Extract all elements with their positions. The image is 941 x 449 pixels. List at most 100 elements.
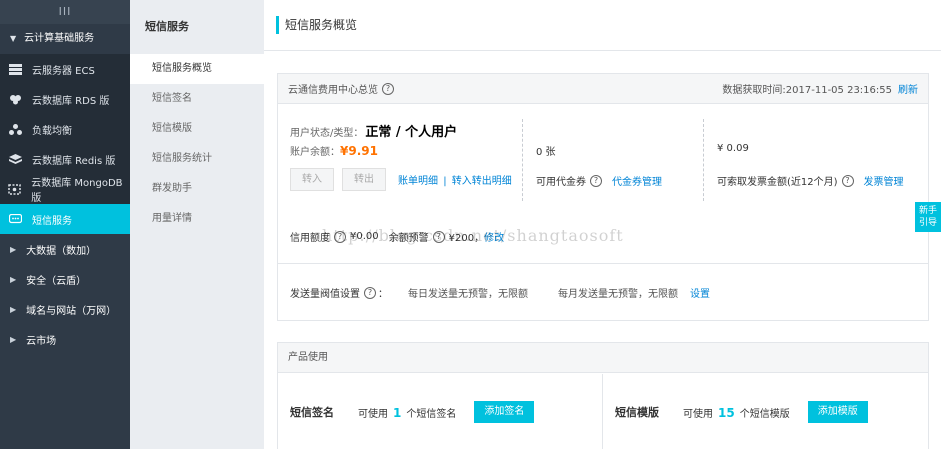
recharge-button[interactable]: 转入	[290, 168, 334, 191]
caret-right-icon: ▶	[10, 274, 17, 284]
account-column: 用户状态/类型： 正常 / 个人用户 账户余额：¥9.91 转入 转出 账单明细…	[278, 105, 522, 215]
sidebar-group-label: 云市场	[26, 335, 57, 347]
sidebar-group-security[interactable]: ▶ 安全（云盾）	[0, 264, 130, 294]
sidebar-toggle[interactable]: III	[0, 0, 130, 24]
signature-title: 短信签名	[290, 406, 334, 419]
sidebar-item-redis[interactable]: 云数据库 Redis 版	[0, 144, 130, 174]
invoice-column: ¥ 0.09 可索取发票金额(近12个月) ? 发票管理	[703, 105, 928, 215]
voucher-label: 可用代金券	[536, 177, 586, 188]
message-icon	[8, 213, 22, 225]
sidebar-group-market[interactable]: ▶ 云市场	[0, 324, 130, 354]
sidebar-item-sms[interactable]: 短信服务	[0, 204, 130, 234]
sidebar-item-rds[interactable]: 云数据库 RDS 版	[0, 84, 130, 114]
voucher-count: 0 张	[536, 147, 556, 158]
invoice-manage-link[interactable]: 发票管理	[864, 173, 904, 188]
sidebar-item-label: 负载均衡	[32, 125, 72, 137]
sidebar-group-label: 云计算基础服务	[24, 33, 95, 44]
subnav-title: 短信服务	[145, 20, 189, 33]
threshold-set-link[interactable]: 设置	[690, 285, 710, 300]
balance-value: ¥9.91	[340, 144, 378, 158]
template-count-text: 可使用 15 个短信模版	[683, 405, 790, 420]
balance-actions: 转入 转出 账单明细 | 转入转出明细	[290, 168, 512, 191]
help-icon[interactable]: ?	[590, 174, 602, 187]
help-icon[interactable]: ?	[841, 174, 854, 187]
withdraw-button[interactable]: 转出	[342, 168, 386, 191]
subnav-item-statistics[interactable]: 短信服务统计	[130, 144, 264, 174]
sidebar-item-ecs[interactable]: 云服务器 ECS	[0, 54, 130, 84]
template-suffix: 个短信模版	[739, 408, 790, 420]
subnav-item-bulk-send[interactable]: 群发助手	[130, 174, 264, 204]
status-label: 用户状态/类型：	[290, 128, 364, 139]
signature-count: 1	[393, 405, 402, 420]
sidebar-item-label: 云数据库 RDS 版	[32, 95, 110, 107]
subnav-item-overview[interactable]: 短信服务概览	[130, 54, 264, 84]
signature-count-text: 可使用 1 个短信签名	[358, 405, 456, 420]
sidebar-group-label: 域名与网站（万网）	[26, 305, 117, 317]
credit-row: 信用额度 ? ¥0.00 余额预警 ? ¥200， 修改	[290, 229, 504, 244]
subnav-item-usage[interactable]: 用量详情	[130, 204, 264, 234]
main-sidebar: III ▼ 云计算基础服务 云服务器 ECS 云数据库 RDS 版 负载均衡 云…	[0, 0, 130, 449]
monthly-threshold: 每月发送量无预警，无限额	[558, 289, 678, 300]
credit-label: 信用额度	[290, 233, 330, 244]
voucher-row: 可用代金券 ? 代金券管理	[536, 173, 662, 188]
overview-title: 云通信费用中心总览	[288, 85, 378, 96]
divider	[264, 50, 941, 51]
page-title: 短信服务概览	[276, 16, 357, 34]
load-balancer-icon	[8, 123, 22, 135]
template-title: 短信模版	[615, 406, 659, 419]
sidebar-item-label: 云数据库 Redis 版	[32, 155, 116, 167]
mongodb-icon	[8, 183, 21, 195]
threshold-label: 发送量阀值设置	[290, 289, 360, 300]
fetch-time: 数据获取时间:2017-11-05 23:16:55	[722, 85, 892, 96]
voucher-column: 0 张 可用代金券 ? 代金券管理	[522, 105, 703, 215]
bill-links: 账单明细 | 转入转出明细	[398, 172, 512, 187]
caret-right-icon: ▶	[10, 334, 17, 344]
overview-columns: 用户状态/类型： 正常 / 个人用户 账户余额：¥9.91 转入 转出 账单明细…	[278, 105, 928, 215]
main-content: 短信服务概览 云通信费用中心总览 ? 数据获取时间:2017-11-05 23:…	[264, 0, 941, 449]
template-usage: 短信模版 可使用 15 个短信模版 添加模版	[603, 374, 928, 449]
sidebar-group-domain[interactable]: ▶ 域名与网站（万网）	[0, 294, 130, 324]
credit-value: ¥0.00	[350, 231, 379, 242]
subnav-item-template[interactable]: 短信模版	[130, 114, 264, 144]
add-signature-button[interactable]: 添加签名	[474, 401, 535, 423]
threshold-row: 发送量阀值设置 ? ： 每日发送量无预警，无限额 每月发送量无预警，无限额 设置	[290, 285, 710, 300]
alert-label: 余额预警	[388, 233, 429, 244]
overview-panel: 云通信费用中心总览 ? 数据获取时间:2017-11-05 23:16:55 刷…	[277, 73, 929, 321]
help-icon[interactable]: ?	[432, 230, 445, 243]
sidebar-item-label: 短信服务	[32, 215, 72, 227]
help-icon[interactable]: ?	[334, 230, 346, 243]
refresh-link[interactable]: 刷新	[898, 81, 918, 96]
help-icon[interactable]: ?	[364, 286, 376, 299]
help-icon[interactable]: ?	[382, 82, 394, 95]
sidebar-item-mongodb[interactable]: 云数据库 MongoDB 版	[0, 174, 130, 204]
invoice-amount: ¥ 0.09	[717, 143, 749, 154]
transfer-detail-link[interactable]: 转入转出明细	[452, 176, 512, 187]
caret-right-icon: ▶	[10, 244, 17, 254]
sidebar-group-bigdata[interactable]: ▶ 大数据（数加）	[0, 234, 130, 264]
newbie-guide-button[interactable]: 新手 引导	[915, 202, 941, 232]
signature-usage: 短信签名 可使用 1 个短信签名 添加签名	[278, 374, 603, 449]
invoice-row: 可索取发票金额(近12个月) ? 发票管理	[717, 173, 904, 188]
sidebar-filler	[0, 354, 130, 449]
sub-navigation: 短信服务 短信服务概览 短信签名 短信模版 短信服务统计 群发助手 用量详情	[130, 0, 264, 449]
sidebar-item-slb[interactable]: 负载均衡	[0, 114, 130, 144]
sidebar-item-label: 云数据库 MongoDB 版	[31, 178, 123, 204]
bill-detail-link[interactable]: 账单明细	[398, 176, 438, 187]
redis-icon	[8, 153, 22, 165]
link-separator: |	[443, 176, 447, 187]
status-value: 正常 / 个人用户	[365, 125, 458, 140]
database-icon	[8, 93, 22, 105]
alert-edit-link[interactable]: 修改	[484, 229, 504, 244]
subnav-item-signature[interactable]: 短信签名	[130, 84, 264, 114]
signature-prefix: 可使用	[358, 408, 388, 420]
voucher-manage-link[interactable]: 代金券管理	[612, 173, 662, 188]
signature-suffix: 个短信签名	[406, 408, 457, 420]
user-status: 用户状态/类型： 正常 / 个人用户	[290, 121, 457, 140]
template-count: 15	[718, 405, 735, 420]
add-template-button[interactable]: 添加模版	[807, 401, 868, 423]
server-icon	[8, 63, 22, 75]
product-panel: 产品使用 短信签名 可使用 1 个短信签名 添加签名 短信模版 可使用 15 个…	[277, 342, 929, 449]
balance-label: 账户余额：	[290, 147, 340, 158]
overview-panel-header: 云通信费用中心总览 ? 数据获取时间:2017-11-05 23:16:55 刷…	[278, 74, 928, 104]
sidebar-group-cloud-basic[interactable]: ▼ 云计算基础服务	[0, 24, 130, 54]
